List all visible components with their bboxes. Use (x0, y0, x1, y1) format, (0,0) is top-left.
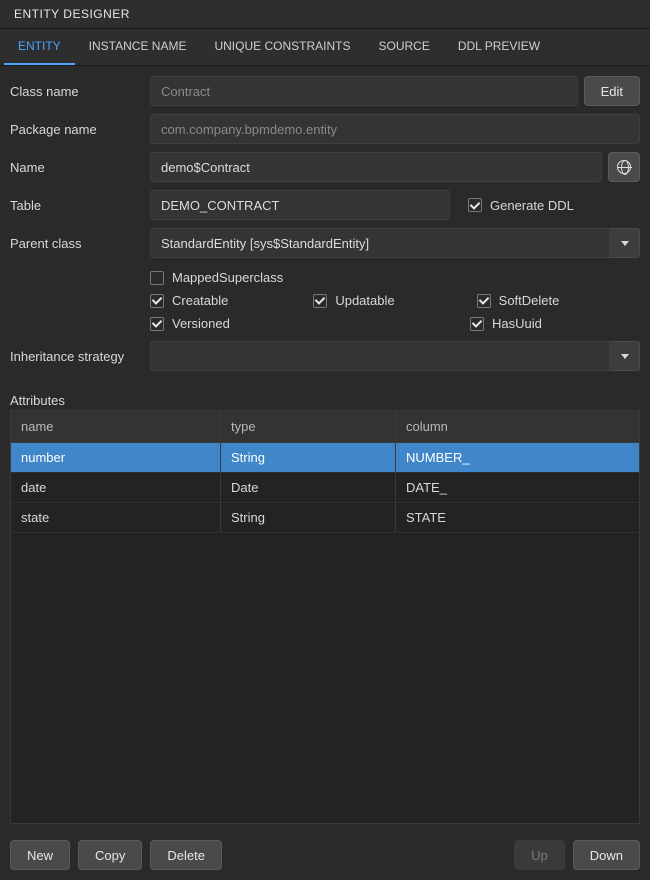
entity-designer-panel: ENTITY DESIGNER ENTITY INSTANCE NAME UNI… (0, 0, 650, 880)
footer: New Copy Delete Up Down (0, 830, 650, 880)
cell-column: DATE_ (396, 473, 639, 502)
creatable-label: Creatable (172, 293, 228, 308)
checkbox-icon (477, 294, 491, 308)
parent-class-dropdown-button[interactable] (610, 228, 640, 258)
cell-column: STATE (396, 503, 639, 532)
has-uuid-checkbox[interactable]: HasUuid (470, 316, 620, 331)
down-button[interactable]: Down (573, 840, 640, 870)
cell-name: date (11, 473, 221, 502)
soft-delete-checkbox[interactable]: SoftDelete (477, 293, 620, 308)
has-uuid-label: HasUuid (492, 316, 542, 331)
up-button[interactable]: Up (514, 840, 565, 870)
mapped-superclass-label: MappedSuperclass (172, 270, 283, 285)
new-button[interactable]: New (10, 840, 70, 870)
edit-button[interactable]: Edit (584, 76, 640, 106)
tab-entity[interactable]: ENTITY (4, 29, 75, 65)
col-header-name[interactable]: name (11, 411, 221, 442)
checkbox-icon (150, 317, 164, 331)
table-row[interactable]: state String STATE (11, 503, 639, 533)
name-field[interactable]: demo$Contract (150, 152, 602, 182)
tab-instance-name[interactable]: INSTANCE NAME (75, 29, 201, 65)
cell-name: number (11, 443, 221, 472)
updatable-label: Updatable (335, 293, 394, 308)
cell-type: String (221, 503, 396, 532)
tabs: ENTITY INSTANCE NAME UNIQUE CONSTRAINTS … (0, 29, 650, 66)
chevron-down-icon (621, 354, 629, 359)
mapped-superclass-checkbox[interactable]: MappedSuperclass (150, 270, 320, 285)
attributes-table: name type column number String NUMBER_ d… (10, 410, 640, 824)
table-row[interactable]: number String NUMBER_ (11, 443, 639, 473)
package-name-field: com.company.bpmdemo.entity (150, 114, 640, 144)
localize-button[interactable] (608, 152, 640, 182)
label-package-name: Package name (10, 122, 150, 137)
label-inheritance-strategy: Inheritance strategy (10, 349, 150, 364)
generate-ddl-checkbox[interactable]: Generate DDL (468, 198, 574, 213)
table-header: name type column (11, 411, 639, 443)
label-table: Table (10, 198, 150, 213)
cell-column: NUMBER_ (396, 443, 639, 472)
cell-type: Date (221, 473, 396, 502)
checkbox-icon (313, 294, 327, 308)
label-attributes: Attributes (0, 389, 650, 410)
inheritance-strategy-dropdown-button[interactable] (610, 341, 640, 371)
checkbox-icon (150, 294, 164, 308)
generate-ddl-label: Generate DDL (490, 198, 574, 213)
copy-button[interactable]: Copy (78, 840, 142, 870)
table-row[interactable]: date Date DATE_ (11, 473, 639, 503)
parent-class-combo[interactable]: StandardEntity [sys$StandardEntity] (150, 228, 640, 258)
panel-title: ENTITY DESIGNER (0, 0, 650, 29)
label-name: Name (10, 160, 150, 175)
soft-delete-label: SoftDelete (499, 293, 560, 308)
table-field[interactable]: DEMO_CONTRACT (150, 190, 450, 220)
tab-ddl-preview[interactable]: DDL PREVIEW (444, 29, 554, 65)
inheritance-strategy-value (150, 341, 610, 371)
tab-unique-constraints[interactable]: UNIQUE CONSTRAINTS (200, 29, 364, 65)
chevron-down-icon (621, 241, 629, 246)
checkbox-icon (470, 317, 484, 331)
form: Class name Contract Edit Package name co… (0, 66, 650, 389)
versioned-label: Versioned (172, 316, 230, 331)
updatable-checkbox[interactable]: Updatable (313, 293, 456, 308)
tab-source[interactable]: SOURCE (364, 29, 443, 65)
versioned-checkbox[interactable]: Versioned (150, 316, 300, 331)
delete-button[interactable]: Delete (150, 840, 222, 870)
parent-class-value: StandardEntity [sys$StandardEntity] (150, 228, 610, 258)
col-header-type[interactable]: type (221, 411, 396, 442)
col-header-column[interactable]: column (396, 411, 639, 442)
cell-name: state (11, 503, 221, 532)
creatable-checkbox[interactable]: Creatable (150, 293, 293, 308)
cell-type: String (221, 443, 396, 472)
globe-icon (617, 160, 631, 174)
checkbox-icon (150, 271, 164, 285)
label-parent-class: Parent class (10, 236, 150, 251)
inheritance-strategy-combo[interactable] (150, 341, 640, 371)
label-class-name: Class name (10, 84, 150, 99)
class-name-field: Contract (150, 76, 578, 106)
checkbox-icon (468, 198, 482, 212)
